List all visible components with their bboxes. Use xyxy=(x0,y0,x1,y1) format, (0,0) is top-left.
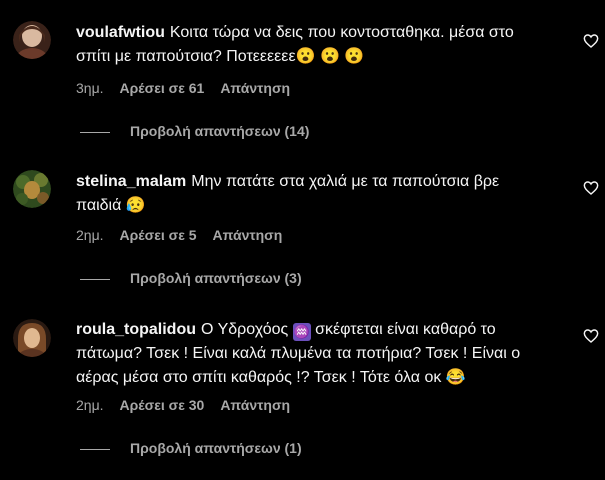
view-replies-label: Προβολή απαντήσεων (1) xyxy=(130,440,302,456)
view-replies-label: Προβολή απαντήσεων (3) xyxy=(130,270,302,286)
comment-emojis: 😂 xyxy=(445,369,466,386)
avatar[interactable] xyxy=(13,21,51,59)
comment-time: 3ημ. xyxy=(76,80,104,96)
comment-time: 2ημ. xyxy=(76,397,104,413)
heart-outline-icon[interactable] xyxy=(583,33,599,49)
divider-line xyxy=(80,131,110,133)
avatar[interactable] xyxy=(13,170,51,208)
username[interactable]: stelina_malam xyxy=(76,173,186,190)
reply-button[interactable]: Απάντηση xyxy=(220,397,290,413)
reply-button[interactable]: Απάντηση xyxy=(220,80,290,96)
comment-meta: 2ημ. Αρέσει σε 5 Απάντηση xyxy=(76,227,298,243)
comment-body: roula_topalidou Ο Υδροχόος ♒ σκέφτεται εί… xyxy=(76,318,546,390)
heart-outline-icon[interactable] xyxy=(583,328,599,344)
comment-time: 2ημ. xyxy=(76,227,104,243)
heart-outline-icon[interactable] xyxy=(583,180,599,196)
aquarius-symbol-icon: ♒ xyxy=(292,323,311,341)
reply-button[interactable]: Απάντηση xyxy=(213,227,283,243)
comment-emojis: 😮 😮 😮 xyxy=(295,48,365,65)
likes-count[interactable]: Αρέσει σε 61 xyxy=(120,80,205,96)
comment-text-before: Ο Υδροχόος xyxy=(201,321,289,338)
username[interactable]: voulafwtiou xyxy=(76,24,165,41)
comment-meta: 3ημ. Αρέσει σε 61 Απάντηση xyxy=(76,80,306,96)
comment-emojis: 😥 xyxy=(125,197,146,214)
view-replies-button[interactable]: Προβολή απαντήσεων (3) xyxy=(80,270,302,286)
divider-line xyxy=(80,278,110,280)
username[interactable]: roula_topalidou xyxy=(76,321,196,338)
comment-body: voulafwtiou Κοιτα τώρα να δεις που κοντοσ… xyxy=(76,21,546,69)
avatar-image xyxy=(13,170,51,208)
likes-count[interactable]: Αρέσει σε 30 xyxy=(120,397,205,413)
view-replies-button[interactable]: Προβολή απαντήσεων (14) xyxy=(80,123,309,139)
view-replies-label: Προβολή απαντήσεων (14) xyxy=(130,123,310,139)
likes-count[interactable]: Αρέσει σε 5 xyxy=(120,227,197,243)
view-replies-button[interactable]: Προβολή απαντήσεων (1) xyxy=(80,440,302,456)
avatar-image xyxy=(13,319,51,357)
comment-meta: 2ημ. Αρέσει σε 30 Απάντηση xyxy=(76,397,306,413)
comment-body: stelina_malam Μην πατάτε στα χαλιά με τα … xyxy=(76,170,546,218)
avatar[interactable] xyxy=(13,319,51,357)
divider-line xyxy=(80,448,110,450)
avatar-image xyxy=(13,21,51,59)
